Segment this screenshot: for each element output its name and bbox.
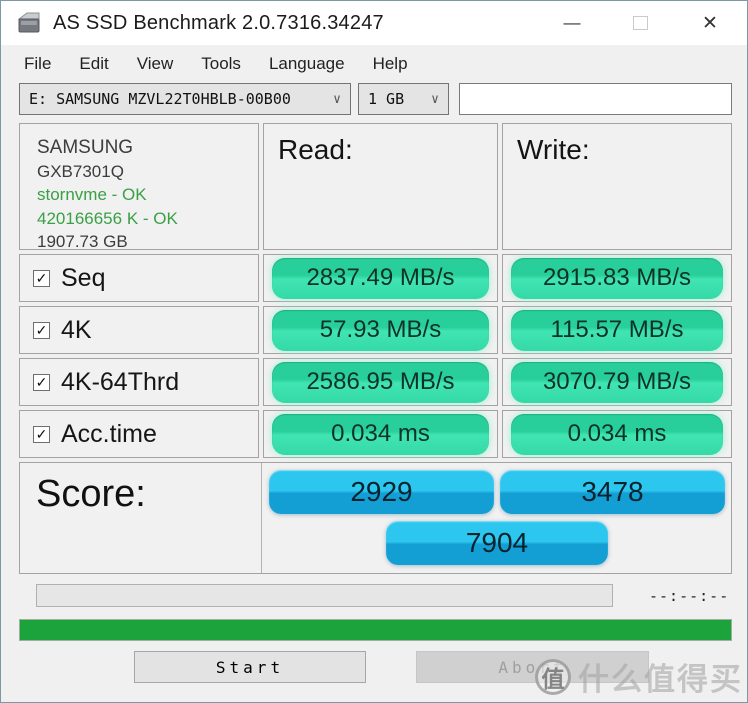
4k-read-cell: 57.93 MB/s bbox=[263, 306, 498, 354]
acctime-write-value: 0.034 ms bbox=[510, 413, 724, 455]
4k64-write-cell: 3070.79 MB/s bbox=[502, 358, 732, 406]
status-textbox bbox=[36, 584, 613, 607]
window-title: AS SSD Benchmark 2.0.7316.34247 bbox=[53, 11, 384, 34]
acctime-read-value: 0.034 ms bbox=[272, 413, 489, 455]
4k-read-value: 57.93 MB/s bbox=[272, 309, 489, 351]
test-size-select[interactable]: 1 GB ∨ bbox=[358, 83, 449, 115]
4k64-checkbox[interactable]: ✓ bbox=[33, 373, 50, 391]
score-label: Score: bbox=[36, 473, 146, 515]
menu-file[interactable]: File bbox=[10, 54, 65, 74]
seq-write-value: 2915.83 MB/s bbox=[510, 257, 724, 299]
menu-view[interactable]: View bbox=[123, 54, 188, 74]
4k64-read-cell: 2586.95 MB/s bbox=[263, 358, 498, 406]
table-row-4k-label: ✓ 4K bbox=[19, 306, 259, 354]
abort-button: Abort bbox=[416, 651, 649, 683]
table-row-4k64-label: ✓ 4K-64Thrd bbox=[19, 358, 259, 406]
drive-icon bbox=[15, 12, 43, 34]
drive-info-panel: SAMSUNG GXB7301Q stornvme - OK 420166656… bbox=[19, 123, 259, 251]
acctime-checkbox[interactable]: ✓ bbox=[33, 425, 50, 443]
4k64-read-value: 2586.95 MB/s bbox=[272, 361, 489, 403]
drive-select[interactable]: E: SAMSUNG MZVL22T0HBLB-00B00 ∨ bbox=[19, 83, 351, 115]
close-icon: ✕ bbox=[702, 12, 718, 34]
write-column-header: Write: bbox=[502, 123, 732, 250]
menu-tools[interactable]: Tools bbox=[187, 54, 255, 74]
driver-status: stornvme - OK bbox=[37, 185, 147, 204]
menu-edit[interactable]: Edit bbox=[65, 54, 122, 74]
time-remaining-label: --:--:-- bbox=[649, 586, 730, 605]
seq-read-cell: 2837.49 MB/s bbox=[263, 254, 498, 302]
alignment-status: 420166656 K - OK bbox=[37, 208, 178, 228]
seq-write-cell: 2915.83 MB/s bbox=[502, 254, 732, 302]
table-row-seq-label: ✓ Seq bbox=[19, 254, 259, 302]
menu-bar: File Edit View Tools Language Help bbox=[1, 45, 747, 81]
menu-help[interactable]: Help bbox=[359, 54, 422, 74]
seq-checkbox[interactable]: ✓ bbox=[33, 269, 50, 287]
toolbar-textbox[interactable] bbox=[459, 83, 732, 115]
table-row-acctime-label: ✓ Acc.time bbox=[19, 410, 259, 458]
results-table: SAMSUNG GXB7301Q stornvme - OK 420166656… bbox=[19, 123, 732, 458]
score-panel: Score: 2929 3478 7904 bbox=[19, 462, 732, 574]
total-score-value: 7904 bbox=[386, 521, 608, 565]
acctime-write-cell: 0.034 ms bbox=[502, 410, 732, 458]
drive-firmware: GXB7301Q bbox=[37, 161, 124, 181]
row-label: 4K-64Thrd bbox=[61, 367, 180, 396]
row-label: 4K bbox=[61, 315, 92, 344]
test-size-value: 1 GB bbox=[368, 90, 405, 108]
maximize-icon bbox=[632, 16, 648, 30]
write-score-value: 3478 bbox=[500, 470, 725, 514]
status-row: --:--:-- bbox=[36, 584, 747, 607]
toolbar: E: SAMSUNG MZVL22T0HBLB-00B00 ∨ 1 GB ∨ bbox=[19, 83, 747, 115]
menu-language[interactable]: Language bbox=[255, 54, 359, 74]
minimize-icon: — bbox=[563, 13, 581, 32]
minimize-button[interactable]: — bbox=[549, 1, 595, 45]
read-column-header: Read: bbox=[263, 123, 498, 250]
title-bar: AS SSD Benchmark 2.0.7316.34247 — ✕ bbox=[1, 1, 747, 45]
4k-write-cell: 115.57 MB/s bbox=[502, 306, 732, 354]
4k-write-value: 115.57 MB/s bbox=[510, 309, 724, 351]
drive-vendor: SAMSUNG bbox=[37, 137, 134, 158]
row-label: Acc.time bbox=[61, 419, 157, 448]
progress-bar bbox=[19, 619, 732, 641]
read-score-value: 2929 bbox=[269, 470, 494, 514]
chevron-down-icon: ∨ bbox=[431, 91, 439, 107]
score-label-cell: Score: bbox=[20, 463, 262, 573]
drive-capacity: 1907.73 GB bbox=[37, 232, 128, 251]
maximize-button[interactable] bbox=[617, 1, 663, 45]
chevron-down-icon: ∨ bbox=[333, 91, 341, 107]
score-values: 2929 3478 7904 bbox=[262, 463, 731, 573]
4k64-write-value: 3070.79 MB/s bbox=[510, 361, 724, 403]
4k-checkbox[interactable]: ✓ bbox=[33, 321, 50, 339]
row-label: Seq bbox=[61, 263, 106, 292]
close-button[interactable]: ✕ bbox=[687, 1, 733, 45]
drive-select-value: E: SAMSUNG MZVL22T0HBLB-00B00 bbox=[29, 90, 291, 108]
app-window: AS SSD Benchmark 2.0.7316.34247 — ✕ File… bbox=[0, 0, 748, 703]
progress-bar-fill bbox=[20, 620, 731, 640]
start-button[interactable]: Start bbox=[134, 651, 366, 683]
seq-read-value: 2837.49 MB/s bbox=[272, 257, 489, 299]
buttons-row: Start Abort bbox=[1, 651, 747, 685]
acctime-read-cell: 0.034 ms bbox=[263, 410, 498, 458]
